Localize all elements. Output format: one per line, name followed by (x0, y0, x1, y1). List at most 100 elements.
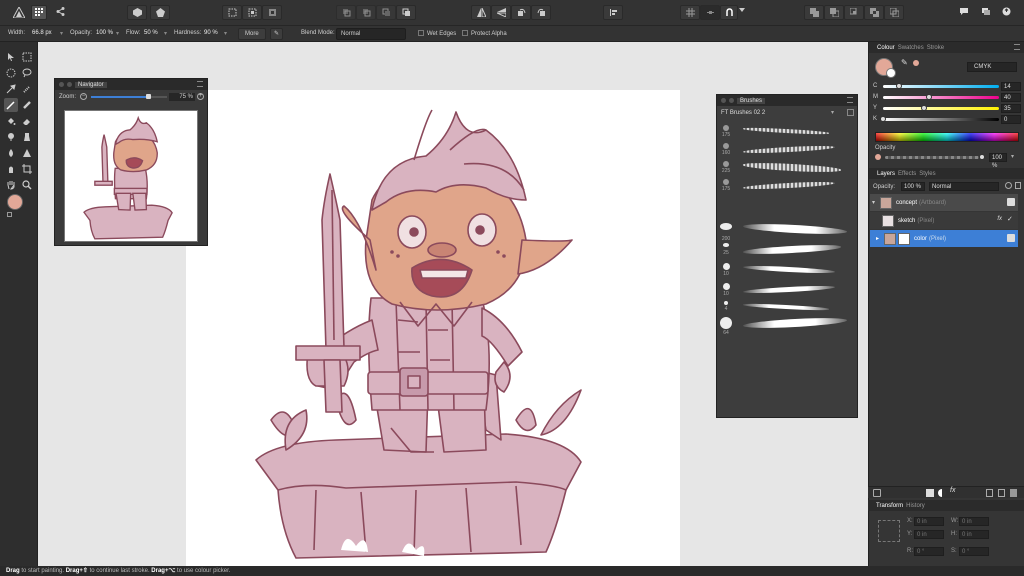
snapping-magnet-icon[interactable] (720, 5, 738, 20)
zoom-slider[interactable] (91, 94, 167, 99)
tab-swatches[interactable]: Swatches (898, 45, 924, 51)
add-group-icon[interactable] (998, 489, 1005, 497)
chevron-right-icon[interactable]: ▸ (876, 235, 884, 242)
flip-vertical-icon[interactable] (491, 5, 511, 20)
chevron-down-icon[interactable] (738, 5, 746, 20)
channel-slider-handle[interactable] (896, 83, 903, 89)
app-logo-icon[interactable] (10, 5, 28, 20)
transform-r-value[interactable]: 0 ° (914, 547, 944, 556)
tab-history[interactable]: History (906, 503, 925, 509)
brush-preset[interactable]: 10 (717, 263, 857, 281)
brush-edit-icon[interactable]: ✎ (270, 28, 284, 40)
blur-tool-icon[interactable] (4, 146, 18, 160)
lasso-tool-icon[interactable] (20, 66, 34, 80)
zoom-tool-icon[interactable] (20, 178, 34, 192)
sharpen-tool-icon[interactable] (20, 146, 34, 160)
anchor-selector[interactable] (878, 520, 900, 542)
chevron-down-icon[interactable]: ▾ (1011, 153, 1014, 160)
chevron-down-icon[interactable]: ▾ (164, 30, 167, 37)
add-layer-icon[interactable] (986, 489, 993, 497)
undo-history-icon[interactable] (977, 5, 995, 20)
channel-value[interactable]: 35 (1001, 104, 1021, 113)
smudge-tool-icon[interactable] (4, 162, 18, 176)
rotate-right-icon[interactable] (531, 5, 551, 20)
channel-slider[interactable] (883, 107, 999, 110)
boolean-add-icon[interactable] (804, 5, 824, 20)
crop-tool-icon[interactable] (20, 162, 34, 176)
assistant-icon[interactable] (955, 5, 973, 20)
invert-selection-icon[interactable] (262, 5, 282, 20)
boolean-subtract-icon[interactable] (824, 5, 844, 20)
hexagon-icon[interactable] (127, 5, 147, 20)
layer-row-color[interactable]: ▸ color (Pixel) (870, 230, 1018, 247)
clone-tool-icon[interactable] (20, 130, 34, 144)
colour-opacity-value[interactable]: 100 % (989, 153, 1007, 169)
chevron-down-icon[interactable]: ▾ (872, 199, 880, 206)
move-tool-icon[interactable] (4, 50, 18, 64)
tab-layers[interactable]: Layers (877, 171, 895, 177)
chevron-down-icon[interactable]: ▾ (60, 30, 63, 37)
opacity-value[interactable]: 100 % (96, 30, 113, 36)
fill-tool-icon[interactable] (4, 114, 18, 128)
fx-icon[interactable]: fx (950, 487, 955, 494)
marquee-tool-icon[interactable] (20, 50, 34, 64)
dodge-tool-icon[interactable] (4, 130, 18, 144)
document-canvas[interactable] (186, 90, 680, 566)
arrange-front-icon[interactable] (396, 5, 416, 20)
arrange-forward-icon[interactable] (376, 5, 396, 20)
lock-icon[interactable] (1015, 182, 1021, 189)
arrange-back-icon[interactable] (336, 5, 356, 20)
paint-brush-tool-icon[interactable] (4, 98, 18, 112)
brushes-tab[interactable]: Brushes (737, 97, 766, 104)
arrange-backward-icon[interactable] (356, 5, 376, 20)
export-persona-icon[interactable] (52, 5, 68, 20)
flip-horizontal-icon[interactable] (471, 5, 491, 20)
tab-effects[interactable]: Effects (898, 171, 916, 177)
more-button[interactable]: More (238, 28, 266, 40)
channel-value[interactable]: 40 (1001, 93, 1021, 102)
minimize-icon[interactable] (67, 82, 72, 87)
primary-colour-swatch[interactable] (7, 194, 23, 210)
chevron-down-icon[interactable]: ▾ (224, 30, 227, 37)
colour-picker-icon[interactable] (4, 82, 18, 96)
flow-value[interactable]: 50 % (144, 30, 158, 36)
channel-slider-handle[interactable] (920, 105, 927, 111)
layer-row-concept[interactable]: ▾ concept (Artboard) (870, 194, 1018, 211)
snapping-grid-icon[interactable] (680, 5, 700, 20)
ellipse-marquee-icon[interactable] (4, 66, 18, 80)
align-icon[interactable] (603, 5, 623, 20)
brush-preset[interactable]: 200 (717, 222, 857, 242)
navigator-preview[interactable] (64, 110, 198, 242)
hand-tool-icon[interactable] (4, 178, 18, 192)
tab-colour[interactable]: Colour (877, 45, 895, 51)
transform-s-value[interactable]: 0 ° (959, 547, 989, 556)
channel-value[interactable]: 0 (1001, 115, 1021, 124)
colour-opacity-handle[interactable] (979, 154, 985, 160)
brush-preset[interactable]: 25 (717, 243, 857, 261)
adjustment-layer-icon[interactable] (938, 489, 946, 497)
navigator-titlebar[interactable]: Navigator (55, 79, 207, 90)
channel-slider-handle[interactable] (880, 116, 886, 122)
chevron-down-icon[interactable]: ▾ (831, 109, 834, 116)
brush-preset[interactable]: 64 (717, 316, 857, 336)
brush-menu-icon[interactable] (847, 109, 854, 116)
secondary-colour-swatch[interactable] (886, 68, 896, 78)
colour-model-select[interactable]: CMYK (967, 62, 1017, 72)
transform-x-value[interactable]: 0 in (914, 517, 944, 526)
transform-y-value[interactable]: 0 in (914, 530, 944, 539)
select-all-icon[interactable] (222, 5, 242, 20)
rotate-left-icon[interactable] (511, 5, 531, 20)
panel-menu-icon[interactable] (847, 97, 853, 103)
width-value[interactable]: 66.8 px (32, 30, 52, 36)
transform-w-value[interactable]: 0 in (959, 517, 989, 526)
gear-icon[interactable] (1005, 182, 1012, 189)
hardness-value[interactable]: 90 % (204, 30, 218, 36)
channel-slider-handle[interactable] (926, 94, 933, 100)
boolean-divide-icon[interactable] (884, 5, 904, 20)
zoom-value[interactable]: 75 % (169, 93, 195, 101)
brush-preset[interactable]: 225 (717, 161, 857, 179)
tab-stroke[interactable]: Stroke (927, 45, 944, 51)
brushes-titlebar[interactable]: Brushes (717, 95, 857, 106)
chevron-down-icon[interactable]: ▾ (116, 30, 119, 37)
brush-preset[interactable]: 160 (717, 143, 857, 161)
